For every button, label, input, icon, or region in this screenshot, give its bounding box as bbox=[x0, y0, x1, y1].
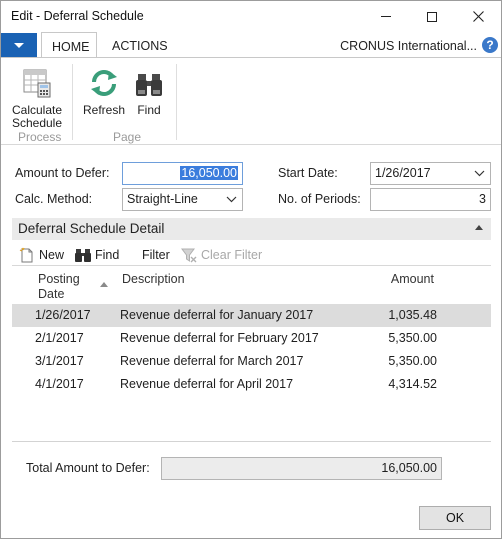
maximize-button[interactable] bbox=[409, 1, 455, 32]
table-row[interactable]: 1/26/2017 Revenue deferral for January 2… bbox=[12, 304, 491, 327]
row-amount: 5,350.00 bbox=[388, 354, 437, 368]
find-label: Find bbox=[137, 103, 161, 117]
chevron-down-icon bbox=[226, 196, 237, 203]
table-row[interactable]: 4/1/2017 Revenue deferral for April 2017… bbox=[12, 373, 491, 396]
refresh-label: Refresh bbox=[82, 103, 126, 117]
section-divider bbox=[12, 441, 491, 442]
tab-actions[interactable]: ACTIONS bbox=[102, 32, 178, 58]
row-date: 3/1/2017 bbox=[35, 354, 84, 368]
calc-method-select[interactable]: Straight-Line bbox=[122, 188, 243, 211]
filter-label: Filter bbox=[142, 248, 170, 262]
maximize-icon bbox=[427, 11, 437, 22]
calc-method-value: Straight-Line bbox=[127, 192, 198, 206]
total-amount-field: 16,050.00 bbox=[161, 457, 442, 480]
ribbon: Calculate Schedule Refresh Find Process … bbox=[1, 57, 501, 145]
amount-to-defer-label: Amount to Defer: bbox=[15, 166, 110, 180]
tab-home[interactable]: HOME bbox=[41, 32, 97, 58]
ribbon-tab-row: HOME ACTIONS CRONUS International... ? bbox=[1, 32, 501, 58]
row-description: Revenue deferral for January 2017 bbox=[120, 308, 314, 322]
find-button[interactable]: Find bbox=[131, 64, 167, 117]
close-icon bbox=[472, 11, 484, 22]
help-icon[interactable]: ? bbox=[482, 37, 498, 53]
new-document-icon bbox=[19, 247, 33, 263]
row-description: Revenue deferral for February 2017 bbox=[120, 331, 319, 345]
row-date: 2/1/2017 bbox=[35, 331, 84, 345]
amount-to-defer-value: 16,050.00 bbox=[180, 166, 238, 180]
calculate-schedule-label-2: Schedule bbox=[11, 116, 63, 130]
ribbon-divider bbox=[72, 64, 73, 140]
new-button[interactable]: New bbox=[19, 247, 64, 263]
window-title: Edit - Deferral Schedule bbox=[11, 9, 144, 23]
column-header-posting-date[interactable]: Posting Date bbox=[38, 272, 80, 302]
clear-filter-icon bbox=[181, 248, 197, 262]
new-label: New bbox=[39, 248, 65, 262]
no-of-periods-field[interactable]: 3 bbox=[370, 188, 491, 211]
company-name[interactable]: CRONUS International... bbox=[340, 39, 477, 53]
deferral-lines-grid: Posting Date Description Amount 1/26/201… bbox=[12, 265, 491, 425]
deferral-schedule-window: Edit - Deferral Schedule HOME ACTIONS CR… bbox=[0, 0, 502, 539]
find-rows-label: Find bbox=[95, 248, 120, 262]
table-row[interactable]: 3/1/2017 Revenue deferral for March 2017… bbox=[12, 350, 491, 373]
calc-method-label: Calc. Method: bbox=[15, 192, 93, 206]
chevron-down-icon bbox=[474, 170, 485, 177]
chevron-down-icon bbox=[14, 42, 24, 48]
close-button[interactable] bbox=[455, 1, 501, 32]
clear-filter-label: Clear Filter bbox=[201, 248, 263, 262]
column-header-description[interactable]: Description bbox=[122, 272, 185, 287]
collapse-icon[interactable] bbox=[475, 225, 483, 230]
row-amount: 1,035.48 bbox=[388, 308, 437, 322]
minimize-icon bbox=[381, 16, 391, 17]
application-menu-button[interactable] bbox=[1, 33, 37, 57]
binoculars-icon bbox=[136, 74, 162, 96]
amount-to-defer-field[interactable]: 16,050.00 bbox=[122, 162, 243, 185]
posting-date-header-line1: Posting bbox=[38, 272, 80, 286]
no-of-periods-label: No. of Periods: bbox=[278, 192, 361, 206]
deferral-schedule-detail-header[interactable]: Deferral Schedule Detail bbox=[12, 218, 491, 240]
find-rows-button[interactable]: Find bbox=[75, 247, 119, 263]
row-amount: 4,314.52 bbox=[388, 377, 437, 391]
group-label-page: Page bbox=[113, 130, 142, 144]
start-date-value: 1/26/2017 bbox=[375, 166, 431, 180]
row-date: 1/26/2017 bbox=[35, 308, 91, 322]
start-date-field[interactable]: 1/26/2017 bbox=[370, 162, 491, 185]
filter-button[interactable]: Filter bbox=[142, 247, 170, 263]
section-title: Deferral Schedule Detail bbox=[18, 221, 165, 236]
calculate-schedule-button[interactable]: Calculate Schedule bbox=[9, 64, 65, 130]
binoculars-icon bbox=[75, 249, 91, 262]
calculator-icon bbox=[23, 69, 51, 98]
column-header-amount[interactable]: Amount bbox=[391, 272, 434, 287]
posting-date-header-line2: Date bbox=[38, 287, 65, 301]
group-label-process: Process bbox=[18, 130, 62, 144]
clear-filter-button[interactable]: Clear Filter bbox=[181, 247, 262, 263]
no-of-periods-value: 3 bbox=[479, 192, 486, 206]
row-description: Revenue deferral for April 2017 bbox=[120, 377, 294, 391]
refresh-icon bbox=[91, 70, 117, 96]
sort-ascending-icon bbox=[100, 282, 108, 287]
refresh-button[interactable]: Refresh bbox=[81, 64, 127, 117]
row-description: Revenue deferral for March 2017 bbox=[120, 354, 304, 368]
start-date-label: Start Date: bbox=[278, 166, 338, 180]
row-amount: 5,350.00 bbox=[388, 331, 437, 345]
row-date: 4/1/2017 bbox=[35, 377, 84, 391]
title-bar: Edit - Deferral Schedule bbox=[1, 1, 501, 32]
ribbon-divider bbox=[176, 64, 177, 140]
ok-button[interactable]: OK bbox=[419, 506, 491, 530]
total-amount-label: Total Amount to Defer: bbox=[26, 461, 150, 475]
minimize-button[interactable] bbox=[363, 1, 409, 32]
table-row[interactable]: 2/1/2017 Revenue deferral for February 2… bbox=[12, 327, 491, 350]
